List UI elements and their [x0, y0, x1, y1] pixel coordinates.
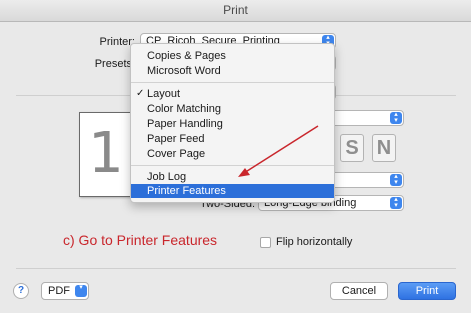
annotation-arrow-icon — [238, 125, 319, 177]
